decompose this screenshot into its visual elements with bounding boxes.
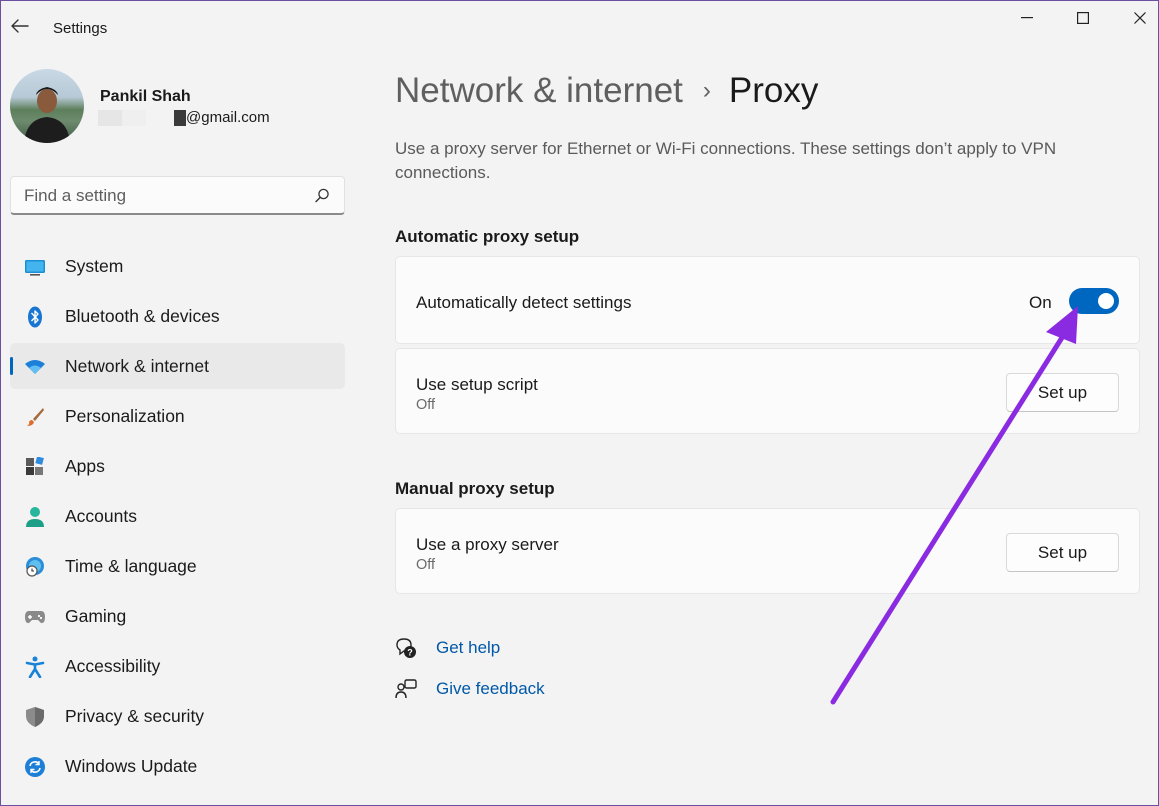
title-bar: Settings — [1, 1, 1158, 53]
feedback-icon — [395, 678, 417, 700]
sidebar-item-label: Accounts — [65, 505, 137, 526]
breadcrumb-parent[interactable]: Network & internet — [395, 71, 683, 111]
setup-script-card: Use setup script Off Set up — [395, 348, 1140, 434]
setup-script-label: Use setup script — [416, 375, 538, 394]
sidebar-item-network[interactable]: Network & internet — [10, 343, 345, 389]
proxy-server-card: Use a proxy server Off Set up — [395, 508, 1140, 594]
breadcrumb: Network & internet › Proxy — [395, 71, 818, 111]
apps-icon — [24, 456, 46, 478]
gamepad-icon — [24, 606, 46, 628]
system-icon — [24, 256, 46, 278]
maximize-icon[interactable] — [1060, 5, 1106, 31]
profile-name: Pankil Shah — [100, 88, 191, 105]
wifi-icon — [24, 356, 46, 378]
setup-script-button[interactable]: Set up — [1006, 373, 1119, 412]
redacted-block — [146, 110, 174, 126]
give-feedback-text[interactable]: Give feedback — [436, 679, 545, 699]
sidebar-item-label: Apps — [65, 455, 105, 476]
setup-script-status: Off — [416, 397, 436, 413]
sidebar-item-apps[interactable]: Apps — [10, 443, 345, 489]
automatic-proxy-section-title: Automatic proxy setup — [395, 227, 580, 246]
redacted-block — [98, 109, 122, 126]
profile-email: @gmail.com — [98, 109, 270, 126]
back-arrow-icon[interactable] — [9, 15, 31, 37]
sidebar-item-label: Bluetooth & devices — [65, 305, 220, 326]
sidebar-item-personalization[interactable]: Personalization — [10, 393, 345, 439]
help-icon: ? — [395, 637, 417, 659]
accounts-icon — [24, 506, 46, 528]
bluetooth-icon — [24, 306, 46, 328]
sidebar-item-bluetooth[interactable]: Bluetooth & devices — [10, 293, 345, 339]
sidebar-item-windows-update[interactable]: Windows Update — [10, 743, 345, 789]
sidebar-item-label: Time & language — [65, 555, 197, 576]
email-text: @gmail.com — [186, 109, 270, 126]
give-feedback-link[interactable]: Give feedback — [395, 678, 545, 700]
manual-proxy-section-title: Manual proxy setup — [395, 479, 555, 498]
toggle-state-label: On — [1029, 293, 1052, 312]
redacted-block — [174, 109, 186, 126]
sidebar-item-label: Windows Update — [65, 755, 198, 776]
sidebar-item-label: Privacy & security — [65, 705, 205, 726]
settings-window: Settings Pankil Shah @gmail.com Find a s… — [0, 0, 1159, 806]
update-icon — [24, 756, 46, 778]
sidebar-item-gaming[interactable]: Gaming — [10, 593, 345, 639]
sidebar-item-label: Gaming — [65, 605, 127, 626]
auto-detect-card: Automatically detect settings On — [395, 256, 1140, 344]
shield-icon — [24, 706, 46, 728]
sidebar-item-label: System — [65, 255, 124, 276]
sidebar-item-accounts[interactable]: Accounts — [10, 493, 345, 539]
search-input[interactable] — [24, 186, 294, 206]
app-title: Settings — [53, 20, 108, 37]
close-icon[interactable] — [1117, 5, 1159, 31]
auto-detect-toggle[interactable] — [1069, 288, 1119, 314]
get-help-link[interactable]: ? Get help — [395, 637, 500, 659]
sidebar-item-time-language[interactable]: Time & language — [10, 543, 345, 589]
brush-icon — [24, 406, 46, 428]
sidebar-item-label: Network & internet — [65, 355, 209, 376]
proxy-server-setup-button[interactable]: Set up — [1006, 533, 1119, 572]
page-title: Proxy — [728, 71, 819, 110]
avatar[interactable] — [10, 69, 84, 143]
sidebar-item-label: Accessibility — [65, 655, 161, 676]
proxy-server-status: Off — [416, 557, 436, 573]
svg-text:?: ? — [407, 648, 413, 658]
search-box[interactable] — [10, 176, 345, 215]
sidebar-item-system[interactable]: System — [10, 243, 345, 289]
sidebar-item-label: Personalization — [65, 405, 185, 426]
minimize-icon[interactable] — [1004, 5, 1050, 31]
toggle-knob — [1098, 293, 1114, 309]
sidebar-nav: System Bluetooth & devices Network & int… — [10, 243, 345, 793]
accessibility-icon — [24, 656, 46, 678]
globe-clock-icon — [24, 556, 46, 578]
chevron-right-icon: › — [702, 77, 711, 104]
proxy-server-label: Use a proxy server — [416, 535, 559, 554]
get-help-text[interactable]: Get help — [436, 638, 500, 658]
sidebar-item-accessibility[interactable]: Accessibility — [10, 643, 345, 689]
auto-detect-label: Automatically detect settings — [416, 293, 632, 312]
page-description: Use a proxy server for Ethernet or Wi-Fi… — [395, 139, 1057, 182]
redacted-block — [122, 109, 146, 126]
sidebar-item-privacy-security[interactable]: Privacy & security — [10, 693, 345, 739]
search-icon[interactable] — [315, 188, 330, 208]
